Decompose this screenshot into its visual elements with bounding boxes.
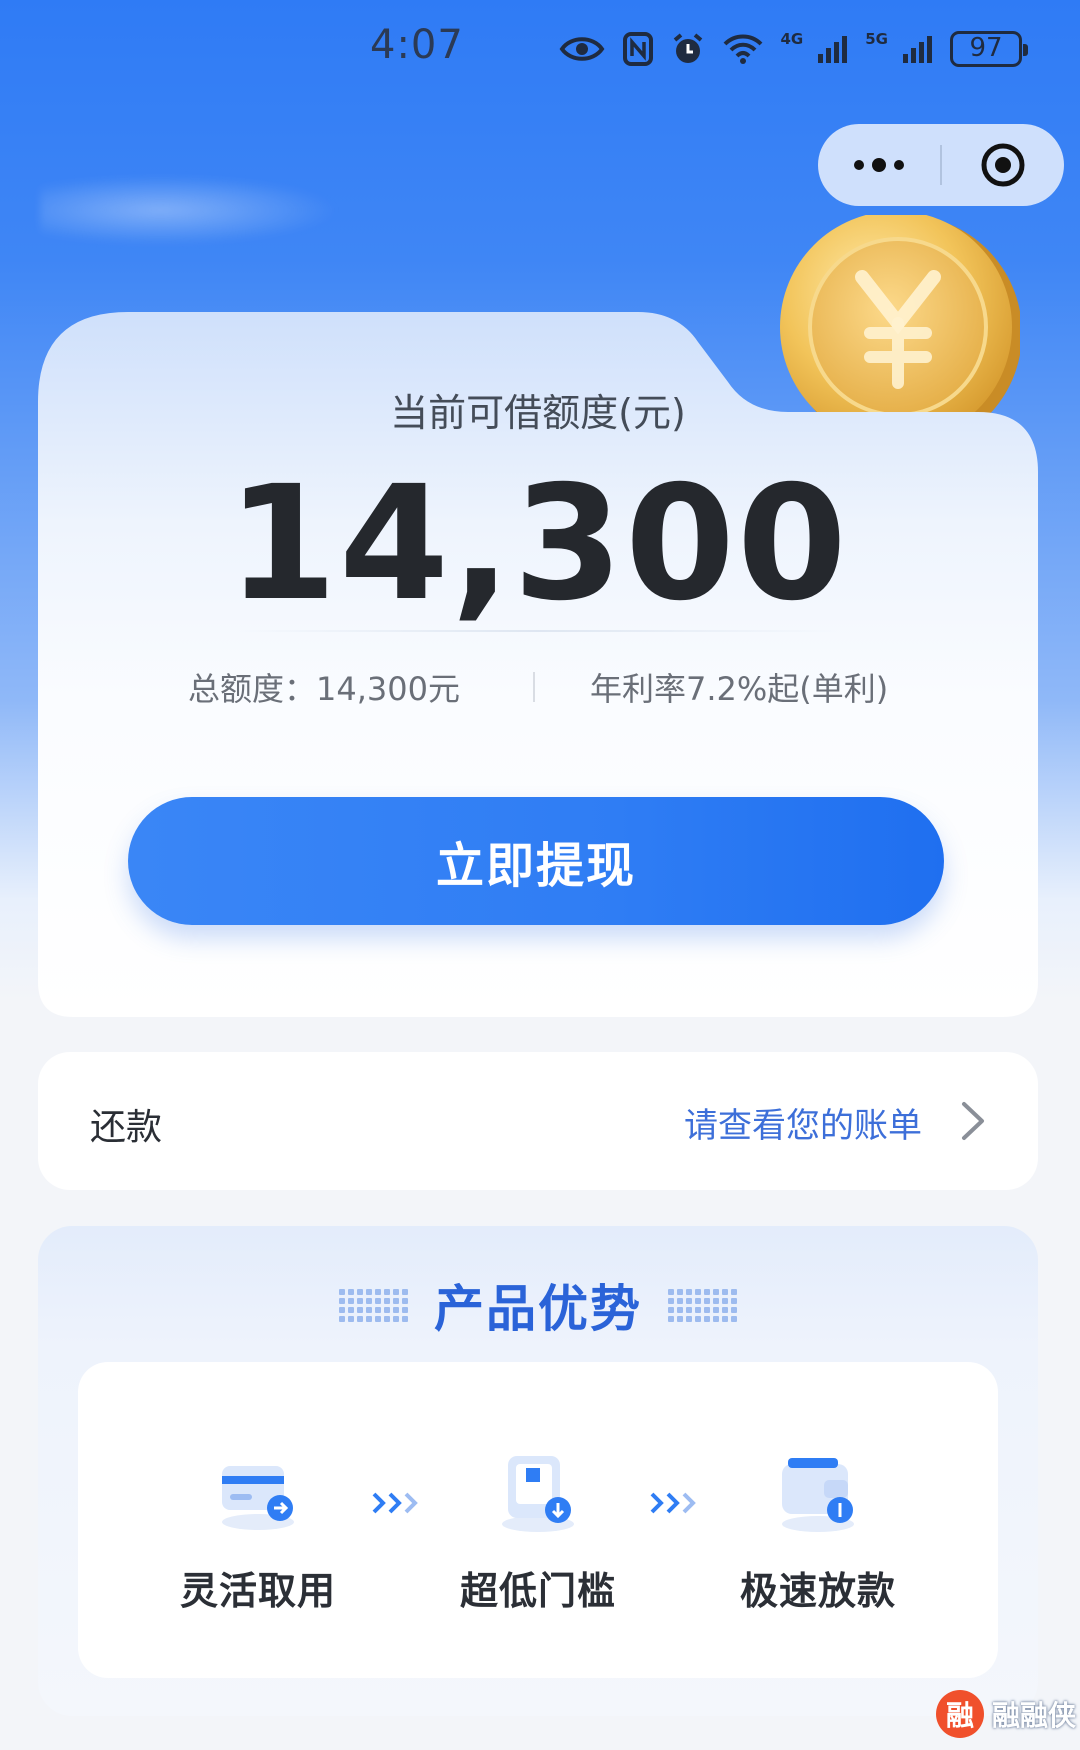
watermark: 融 融融侠 [936,1690,1076,1738]
nfc-icon [622,32,653,66]
network-5g-label: 5G [865,30,888,48]
feature-label: 灵活取用 [179,1569,336,1613]
feature-label: 极速放款 [739,1569,896,1613]
feature-label: 超低门槛 [459,1569,616,1613]
credit-limit-card: 当前可借额度(元) 14,300 总额度：14,300元 年利率7.2%起(单利… [38,312,1038,1017]
arrow-right-icon [648,1488,702,1518]
status-time: 4:07 [370,22,464,68]
network-4g-label: 4G [780,30,804,48]
eye-icon [559,34,605,64]
feature-flexible: 灵活取用 [158,1442,358,1615]
advantages-title: 产品优势 [434,1280,642,1338]
signal-4g-icon [817,34,848,64]
repay-label: 还款 [90,1107,163,1148]
annual-rate-text: 年利率7.2%起(单利) [590,670,889,708]
wallet-icon [770,1442,866,1538]
feature-low-threshold: 超低门槛 [438,1442,638,1615]
decor-dots-right [668,1288,737,1322]
more-dots-icon[interactable] [818,124,940,206]
withdraw-button[interactable]: 立即提现 [128,797,944,925]
signal-5g-icon [902,34,932,64]
available-limit-amount: 14,300 [227,452,849,636]
arrow-right-icon [370,1488,424,1518]
limit-info-row: 总额度：14,300元 年利率7.2%起(单利) [38,664,1038,714]
decor-dots-left [339,1288,408,1322]
screen: 4:07 4G 5G 97 当前可借额度(元) 14,300 总额度：14,30… [0,0,1080,1750]
available-limit-title: 当前可借额度(元) [390,391,686,435]
mini-program-capsule [818,124,1064,206]
status-icons: 4G 5G 97 [559,26,1028,72]
info-separator [533,672,535,702]
advantages-header: 产品优势 [38,1270,1038,1340]
phone-icon [490,1442,586,1538]
amount-divider [238,630,838,632]
battery-icon: 97 [950,31,1028,67]
view-bill-link[interactable]: 请查看您的账单 [684,1098,922,1147]
status-bar: 4:07 4G 5G 97 [0,0,1080,100]
chevron-right-icon[interactable] [954,1098,990,1144]
repay-row[interactable]: 还款 请查看您的账单 [38,1052,1038,1190]
total-limit-text: 总额度：14,300元 [188,670,460,708]
advantages-panel: 灵活取用 超低门槛 极速放款 [78,1362,998,1678]
alarm-icon [671,32,705,66]
card-icon [210,1442,306,1538]
watermark-text: 融融侠 [992,1699,1077,1732]
close-target-icon[interactable] [942,124,1064,206]
product-advantages-card: 产品优势 灵活取用 超低门槛 极速放款 [38,1226,1038,1716]
blurred-logo [40,175,340,245]
watermark-badge: 融 [936,1690,984,1738]
wifi-icon [723,33,763,65]
feature-fast-loan: 极速放款 [718,1442,918,1615]
